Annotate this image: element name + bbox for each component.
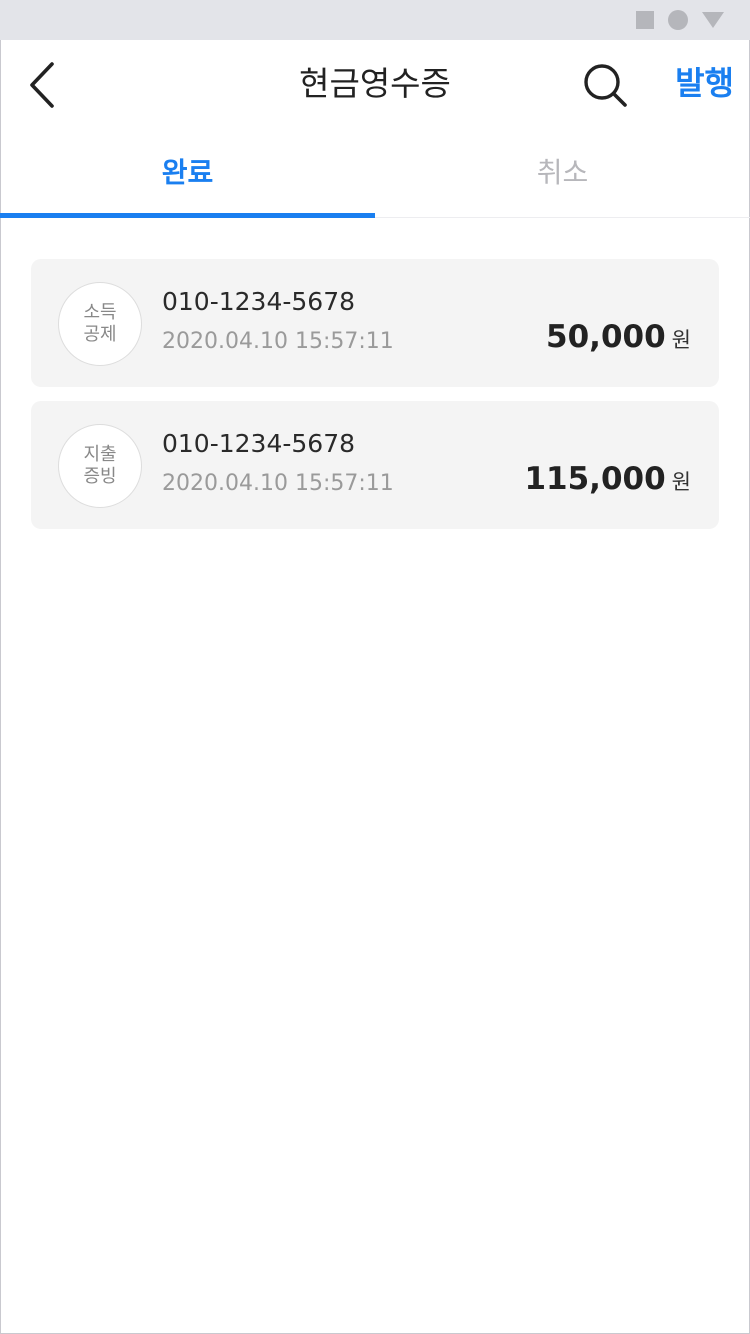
search-button[interactable] <box>578 60 634 112</box>
receipt-amount-group: 50,000 원 <box>546 317 691 357</box>
receipt-type-badge: 소득 공제 <box>58 282 142 366</box>
circle-icon <box>668 10 688 30</box>
receipt-phone-number: 010-1234-5678 <box>162 429 356 458</box>
tab-bar: 완료 취소 <box>0 136 750 218</box>
active-tab-indicator <box>0 213 375 218</box>
issue-button[interactable]: 발행 <box>650 60 734 108</box>
search-icon <box>584 64 627 107</box>
badge-label-line1: 소득 <box>83 302 117 323</box>
tab-cancelled[interactable]: 취소 <box>375 136 750 216</box>
receipt-datetime: 2020.04.10 15:57:11 <box>162 329 394 354</box>
badge-label-line2: 증빙 <box>83 466 117 487</box>
receipt-datetime: 2020.04.10 15:57:11 <box>162 471 394 496</box>
back-button[interactable] <box>20 58 68 112</box>
receipt-item[interactable]: 지출 증빙 010-1234-5678 2020.04.10 15:57:11 … <box>31 401 719 529</box>
badge-label-line2: 공제 <box>83 324 117 345</box>
receipt-amount: 50,000 <box>546 319 666 355</box>
receipt-item[interactable]: 소득 공제 010-1234-5678 2020.04.10 15:57:11 … <box>31 259 719 387</box>
currency-unit: 원 <box>671 328 691 352</box>
square-icon <box>636 11 654 29</box>
receipt-phone-number: 010-1234-5678 <box>162 287 356 316</box>
currency-unit: 원 <box>671 470 691 494</box>
receipt-type-badge: 지출 증빙 <box>58 424 142 508</box>
page-title: 현금영수증 <box>299 64 451 103</box>
receipt-amount: 115,000 <box>524 461 666 497</box>
triangle-icon <box>702 12 724 28</box>
tab-completed[interactable]: 완료 <box>0 136 375 216</box>
badge-label-line1: 지출 <box>83 444 117 465</box>
chevron-left-icon <box>30 62 54 108</box>
receipt-amount-group: 115,000 원 <box>524 459 691 499</box>
status-bar <box>0 0 750 40</box>
app-header: 현금영수증 발행 <box>0 40 750 136</box>
